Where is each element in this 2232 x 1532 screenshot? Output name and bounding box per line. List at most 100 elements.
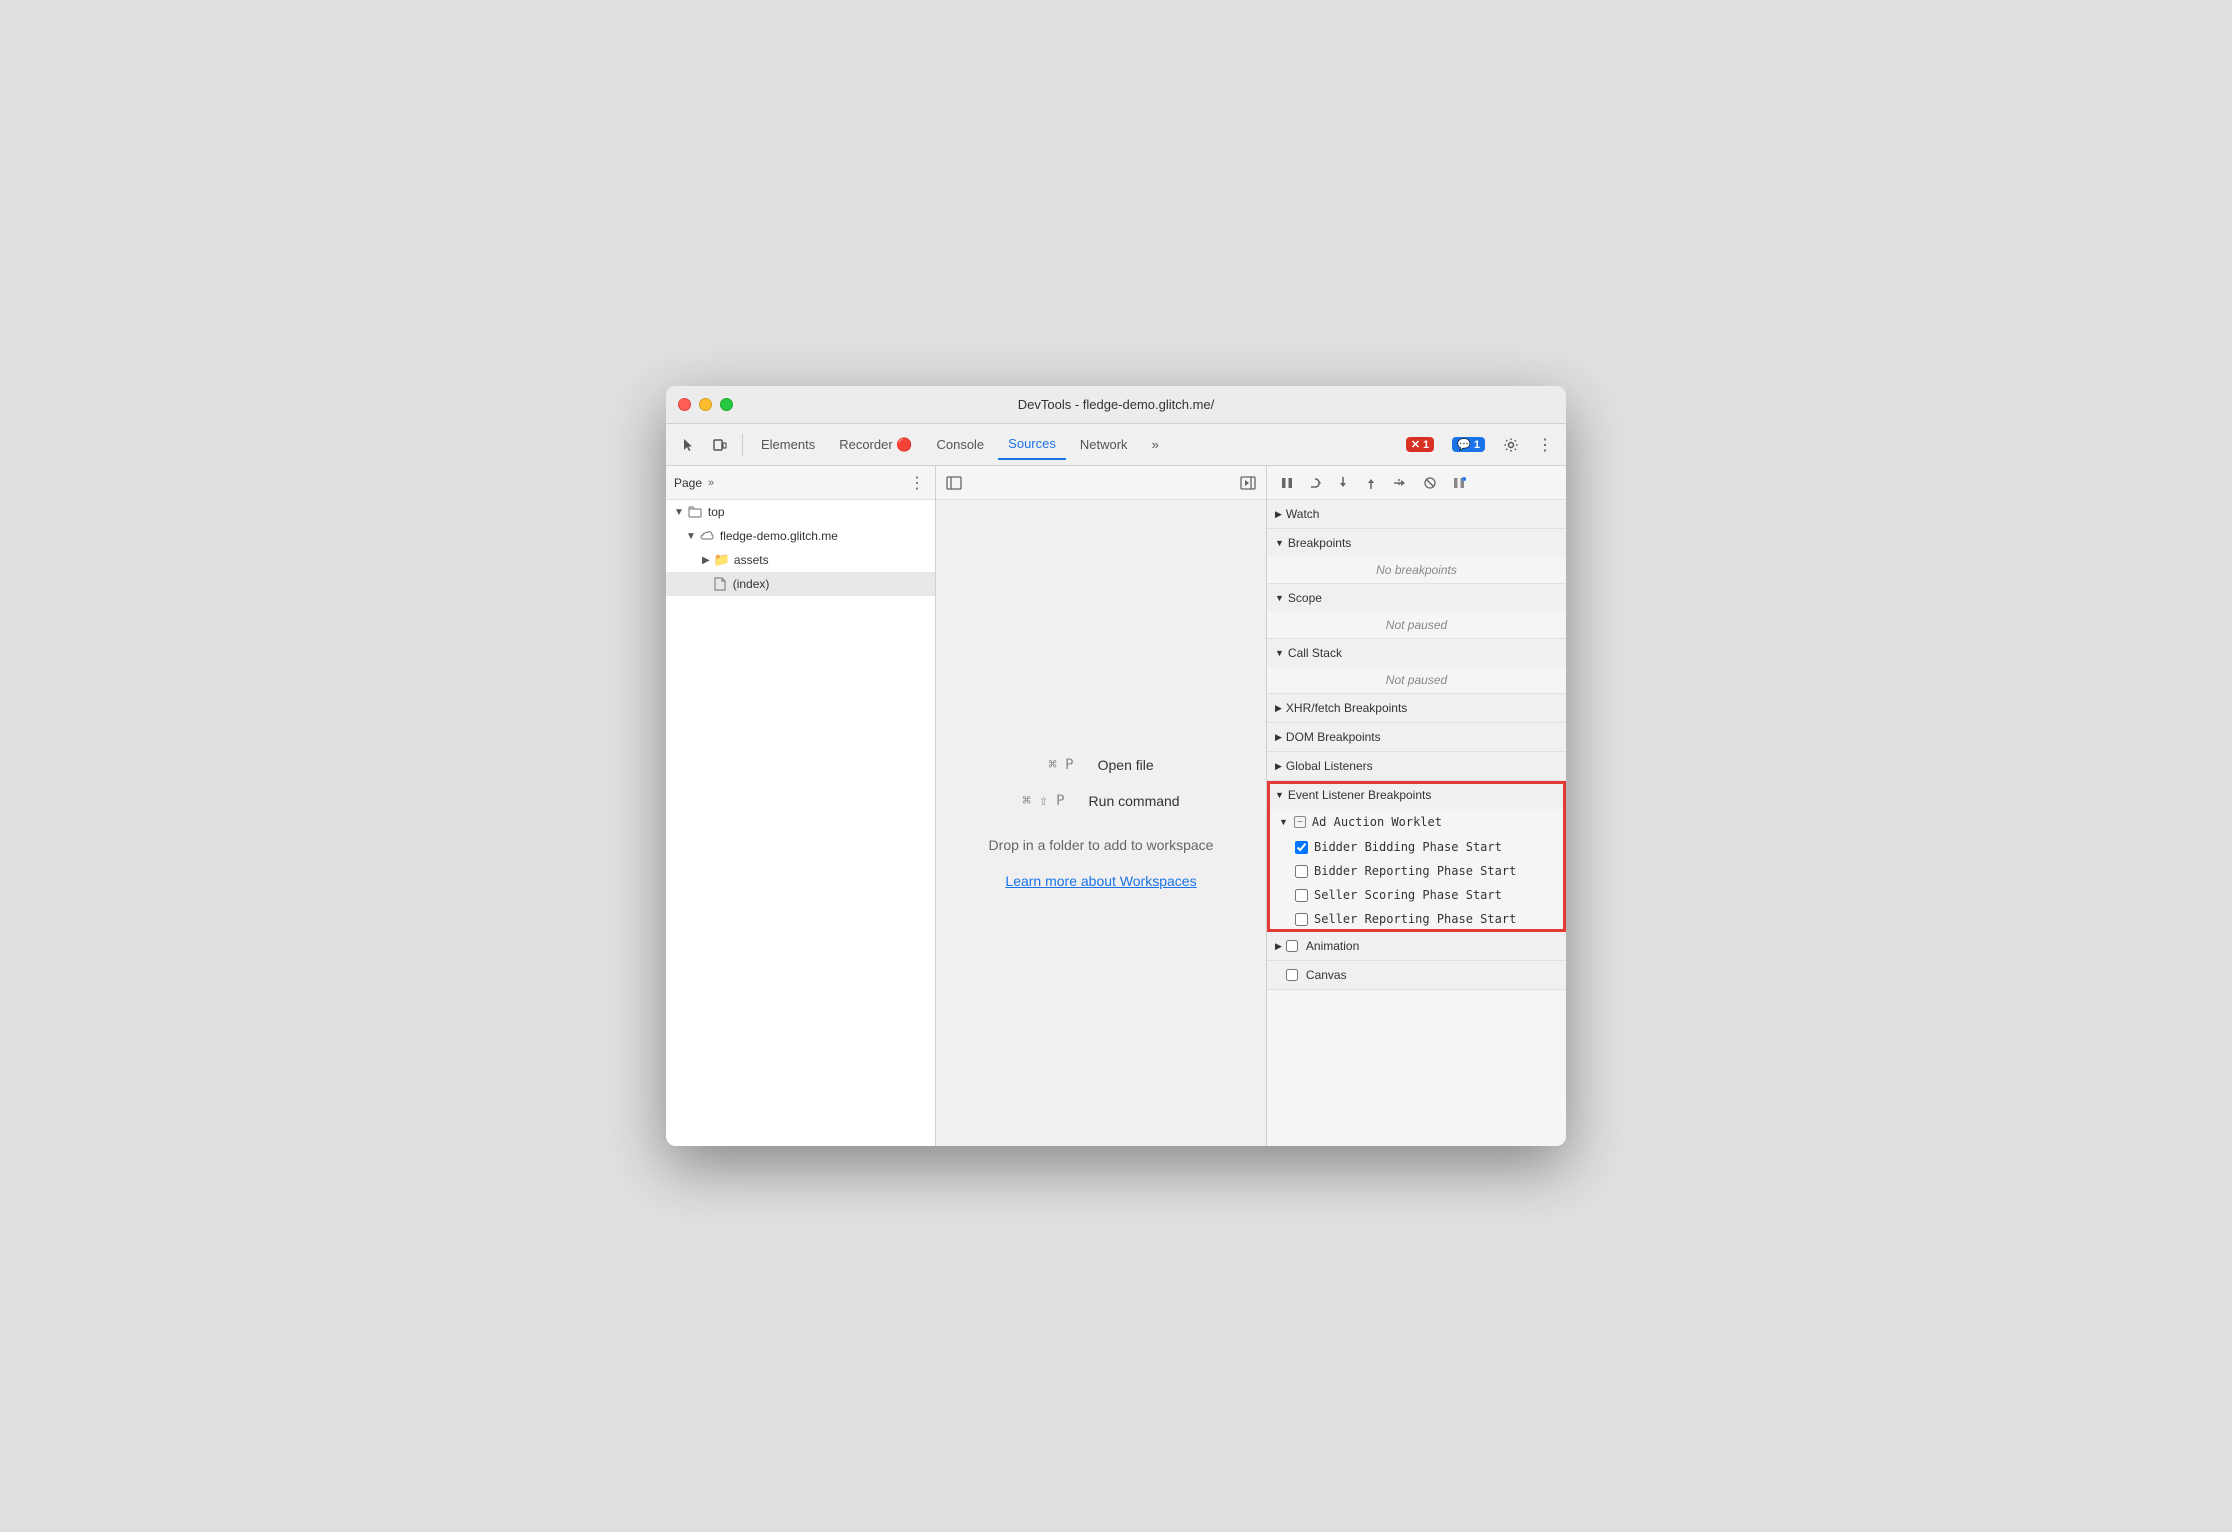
section-callstack-header[interactable]: ▼ Call Stack bbox=[1267, 639, 1566, 667]
sub-section-ad-auction-label: Ad Auction Worklet bbox=[1312, 815, 1442, 829]
section-canvas-header[interactable]: ▶ Canvas bbox=[1267, 961, 1566, 989]
device-icon bbox=[712, 437, 728, 453]
section-scope-header[interactable]: ▼ Scope bbox=[1267, 584, 1566, 612]
show-navigator-button[interactable] bbox=[944, 473, 964, 493]
pause-exceptions-icon: ! bbox=[1452, 476, 1466, 490]
section-xhr-header[interactable]: ▶ XHR/fetch Breakpoints bbox=[1267, 694, 1566, 722]
checkbox-seller-scoring: Seller Scoring Phase Start bbox=[1267, 883, 1566, 907]
main-content: Page » ⋮ ▼ top ▼ bbox=[666, 466, 1566, 1146]
tree-item-fledge-demo[interactable]: ▼ fledge-demo.glitch.me bbox=[666, 524, 935, 548]
bidder-reporting-label: Bidder Reporting Phase Start bbox=[1314, 864, 1516, 878]
step-over-button[interactable] bbox=[1303, 473, 1327, 493]
section-watch-header[interactable]: ▶ Watch bbox=[1267, 500, 1566, 528]
panel-header: Page » ⋮ bbox=[666, 466, 935, 500]
section-scope: ▼ Scope Not paused bbox=[1267, 584, 1566, 639]
window-title: DevTools - fledge-demo.glitch.me/ bbox=[1018, 397, 1215, 412]
error-icon: ✕ bbox=[1411, 438, 1420, 451]
deactivate-breakpoints-button[interactable] bbox=[1417, 473, 1443, 493]
tab-network[interactable]: Network bbox=[1070, 430, 1138, 460]
checkbox-bidder-reporting: Bidder Reporting Phase Start bbox=[1267, 859, 1566, 883]
tab-console[interactable]: Console bbox=[926, 430, 994, 460]
step-button[interactable] bbox=[1387, 473, 1413, 493]
chevron-right-icon: ▶ bbox=[1275, 509, 1282, 520]
expand-icon: ▼ bbox=[674, 507, 684, 518]
section-global-listeners-header[interactable]: ▶ Global Listeners bbox=[1267, 752, 1566, 780]
scope-content: Not paused bbox=[1267, 612, 1566, 638]
step-into-button[interactable] bbox=[1331, 473, 1355, 493]
section-animation-label: Animation bbox=[1306, 939, 1359, 953]
step-out-icon bbox=[1364, 476, 1378, 490]
tab-more[interactable]: » bbox=[1142, 430, 1169, 460]
step-out-button[interactable] bbox=[1359, 473, 1383, 493]
section-event-listener-breakpoints: ▼ Event Listener Breakpoints ▼ − Ad Auct… bbox=[1267, 781, 1566, 932]
section-breakpoints-header[interactable]: ▼ Breakpoints bbox=[1267, 529, 1566, 557]
center-toolbar bbox=[936, 466, 1266, 500]
open-file-label: Open file bbox=[1098, 757, 1154, 773]
more-options-button[interactable]: ⋮ bbox=[1531, 431, 1558, 459]
minus-checkbox-icon: − bbox=[1294, 816, 1306, 828]
deactivate-icon bbox=[1422, 476, 1438, 490]
maximize-button[interactable] bbox=[720, 398, 733, 411]
breakpoints-content: No breakpoints bbox=[1267, 557, 1566, 583]
cursor-tool-button[interactable] bbox=[674, 433, 702, 457]
chevron-down-icon: ▼ bbox=[1275, 593, 1284, 603]
right-sections: ▶ Watch ▼ Breakpoints No breakpoints bbox=[1267, 500, 1566, 1146]
animation-checkbox[interactable] bbox=[1286, 940, 1298, 952]
error-count: 1 bbox=[1423, 439, 1429, 451]
folder-icon: 📁 bbox=[714, 552, 730, 568]
tab-sources[interactable]: Sources bbox=[998, 430, 1066, 460]
section-event-listener-label: Event Listener Breakpoints bbox=[1288, 788, 1431, 802]
devtools-window: DevTools - fledge-demo.glitch.me/ Elemen… bbox=[666, 386, 1566, 1146]
section-animation-header[interactable]: ▶ Animation bbox=[1267, 932, 1566, 960]
device-toggle-button[interactable] bbox=[706, 433, 734, 457]
bidder-bidding-label: Bidder Bidding Phase Start bbox=[1314, 840, 1502, 854]
section-dom-header[interactable]: ▶ DOM Breakpoints bbox=[1267, 723, 1566, 751]
section-dom-label: DOM Breakpoints bbox=[1286, 730, 1381, 744]
tree-item-top[interactable]: ▼ top bbox=[666, 500, 935, 524]
center-panel: ⌘ P Open file ⌘ ⇧ P Run command Drop in … bbox=[936, 466, 1266, 1146]
seller-reporting-label: Seller Reporting Phase Start bbox=[1314, 912, 1516, 926]
bidder-reporting-checkbox[interactable] bbox=[1295, 865, 1308, 878]
section-canvas: ▶ Canvas bbox=[1267, 961, 1566, 990]
section-breakpoints: ▼ Breakpoints No breakpoints bbox=[1267, 529, 1566, 584]
section-watch: ▶ Watch bbox=[1267, 500, 1566, 529]
workspace-link[interactable]: Learn more about Workspaces bbox=[1005, 873, 1196, 889]
run-command-shortcut: ⌘ ⇧ P Run command bbox=[1022, 793, 1179, 809]
show-debugger-button[interactable] bbox=[1238, 473, 1258, 493]
section-animation: ▶ Animation bbox=[1267, 932, 1566, 961]
right-panel: ! ▶ Watch ▼ Breakpoints bbox=[1266, 466, 1566, 1146]
messages-badge-button[interactable]: 💬 1 bbox=[1446, 434, 1491, 455]
sub-section-ad-auction[interactable]: ▼ − Ad Auction Worklet bbox=[1267, 809, 1566, 835]
expand-icon: ▶ bbox=[702, 555, 710, 566]
cloud-icon bbox=[700, 529, 714, 543]
pause-icon bbox=[1280, 476, 1294, 490]
minimize-button[interactable] bbox=[699, 398, 712, 411]
run-command-label: Run command bbox=[1089, 793, 1180, 809]
chevron-down-icon: ▼ bbox=[1275, 538, 1284, 548]
pause-exceptions-button[interactable]: ! bbox=[1447, 473, 1471, 493]
tree-item-assets[interactable]: ▶ 📁 assets bbox=[666, 548, 935, 572]
tab-recorder[interactable]: Recorder 🔴 bbox=[829, 430, 922, 460]
spacer: ▶ bbox=[702, 579, 710, 590]
close-button[interactable] bbox=[678, 398, 691, 411]
drop-text: Drop in a folder to add to workspace bbox=[989, 837, 1214, 853]
section-scope-label: Scope bbox=[1288, 591, 1322, 605]
checkbox-seller-reporting: Seller Reporting Phase Start bbox=[1267, 907, 1566, 931]
chevron-right-icon: ▶ bbox=[1275, 732, 1282, 743]
pause-button[interactable] bbox=[1275, 473, 1299, 493]
expand-icon: ▼ bbox=[686, 531, 696, 542]
seller-reporting-checkbox[interactable] bbox=[1295, 913, 1308, 926]
tab-elements[interactable]: Elements bbox=[751, 430, 825, 460]
section-event-listener-header[interactable]: ▼ Event Listener Breakpoints bbox=[1267, 781, 1566, 809]
canvas-checkbox[interactable] bbox=[1286, 969, 1298, 981]
tree-item-index[interactable]: ▶ (index) bbox=[666, 572, 935, 596]
tree-label-fledge: fledge-demo.glitch.me bbox=[720, 529, 838, 543]
errors-badge-button[interactable]: ✕ 1 bbox=[1400, 434, 1440, 455]
chevron-down-icon: ▼ bbox=[1275, 648, 1284, 658]
seller-scoring-checkbox[interactable] bbox=[1295, 889, 1308, 902]
bidder-bidding-checkbox[interactable] bbox=[1295, 841, 1308, 854]
center-content: ⌘ P Open file ⌘ ⇧ P Run command Drop in … bbox=[936, 500, 1266, 1146]
panel-menu-button[interactable]: ⋮ bbox=[907, 471, 927, 495]
settings-button[interactable] bbox=[1497, 433, 1525, 457]
section-callstack: ▼ Call Stack Not paused bbox=[1267, 639, 1566, 694]
